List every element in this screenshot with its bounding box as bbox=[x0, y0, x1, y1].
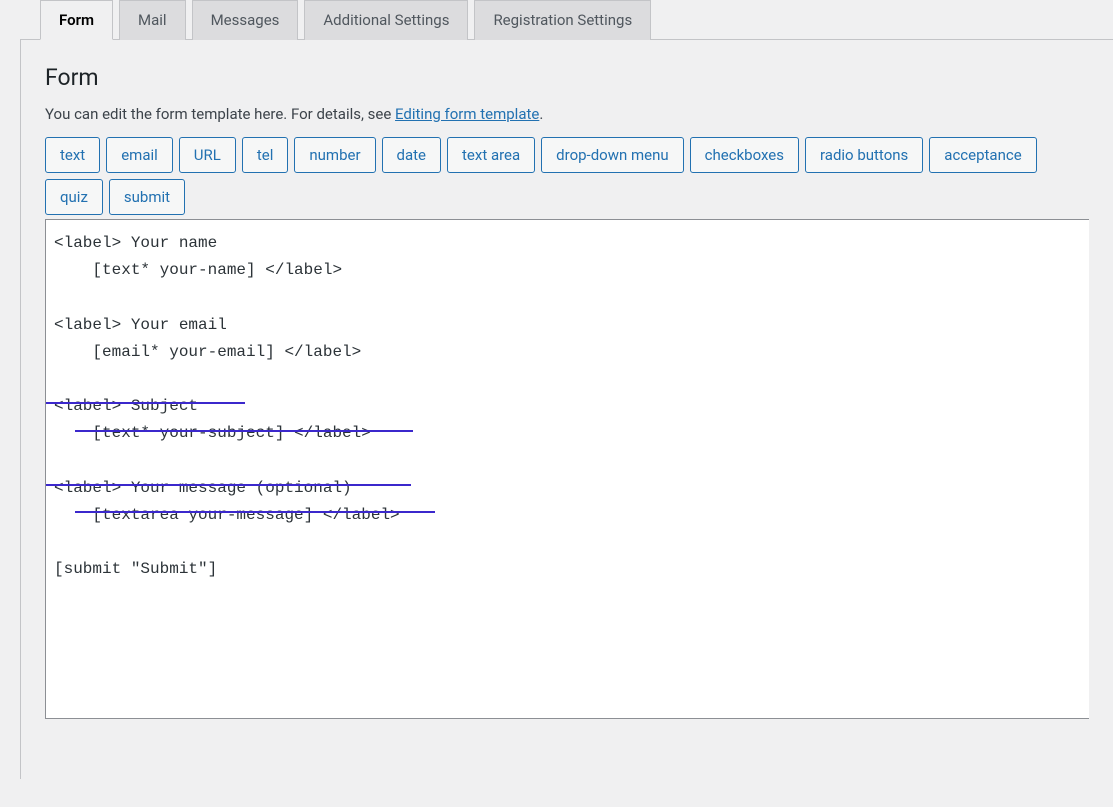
tab-mail[interactable]: Mail bbox=[119, 0, 186, 40]
code-line bbox=[54, 529, 1081, 556]
code-line: <label> Your message (optional) bbox=[54, 475, 1081, 502]
tab-additional-settings[interactable]: Additional Settings bbox=[304, 0, 468, 40]
tab-form[interactable]: Form bbox=[40, 0, 113, 40]
strikethrough-annotation bbox=[75, 511, 435, 513]
tag-url-button[interactable]: URL bbox=[179, 137, 236, 173]
tag-date-button[interactable]: date bbox=[382, 137, 441, 173]
code-line: <label> Your email bbox=[54, 312, 1081, 339]
panel-intro: You can edit the form template here. For… bbox=[45, 105, 1089, 123]
intro-prefix: You can edit the form template here. For… bbox=[45, 105, 395, 123]
strikethrough-annotation bbox=[45, 402, 245, 404]
panel-heading: Form bbox=[45, 64, 1089, 91]
code-line: <label> Subject bbox=[54, 393, 1081, 420]
code-line: [email* your-email] </label> bbox=[54, 339, 1081, 366]
tag-text-area-button[interactable]: text area bbox=[447, 137, 535, 173]
code-line: [text* your-name] </label> bbox=[54, 257, 1081, 284]
tab-nav: FormMailMessagesAdditional SettingsRegis… bbox=[20, 0, 1113, 39]
tag-number-button[interactable]: number bbox=[294, 137, 375, 173]
tag-checkboxes-button[interactable]: checkboxes bbox=[690, 137, 799, 173]
code-line bbox=[54, 448, 1081, 475]
intro-link[interactable]: Editing form template bbox=[395, 105, 539, 123]
tab-messages[interactable]: Messages bbox=[192, 0, 299, 40]
intro-suffix: . bbox=[539, 105, 543, 123]
code-line: [textarea your-message] </label> bbox=[54, 502, 1081, 529]
form-panel: Form You can edit the form template here… bbox=[20, 39, 1113, 779]
tag-acceptance-button[interactable]: acceptance bbox=[929, 137, 1036, 173]
tag-tel-button[interactable]: tel bbox=[242, 137, 289, 173]
tag-radio-buttons-button[interactable]: radio buttons bbox=[805, 137, 923, 173]
code-line bbox=[54, 284, 1081, 311]
strikethrough-annotation bbox=[75, 430, 413, 432]
tag-submit-button[interactable]: submit bbox=[109, 179, 185, 215]
tag-quiz-button[interactable]: quiz bbox=[45, 179, 103, 215]
tag-generator-row: textemailURLtelnumberdatetext areadrop-d… bbox=[45, 137, 1089, 215]
tag-text-button[interactable]: text bbox=[45, 137, 100, 173]
tag-drop-down-menu-button[interactable]: drop-down menu bbox=[541, 137, 683, 173]
tab-registration-settings[interactable]: Registration Settings bbox=[474, 0, 651, 40]
code-line: [text* your-subject] </label> bbox=[54, 420, 1081, 447]
code-line: <label> Your name bbox=[54, 230, 1081, 257]
code-line: [submit "Submit"] bbox=[54, 556, 1081, 583]
form-template-textarea[interactable]: <label> Your name [text* your-name] </la… bbox=[45, 219, 1089, 719]
code-line bbox=[54, 366, 1081, 393]
tag-email-button[interactable]: email bbox=[106, 137, 173, 173]
strikethrough-annotation bbox=[45, 484, 411, 486]
